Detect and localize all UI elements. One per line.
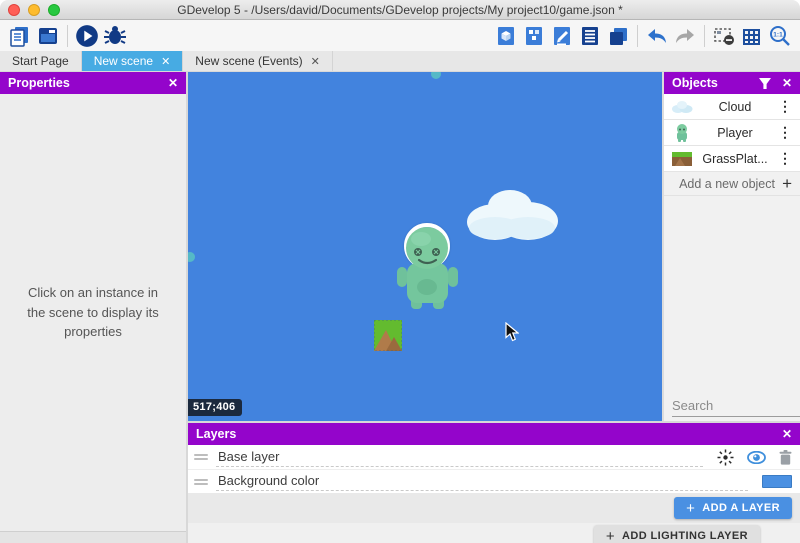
plus-icon: + (686, 500, 695, 517)
background-color-swatch[interactable] (762, 475, 792, 488)
tab-label: New scene (Events) (195, 54, 302, 68)
add-lighting-layer-label: ADD LIGHTING LAYER (622, 530, 748, 542)
titlebar: GDevelop 5 - /Users/david/Documents/GDev… (0, 0, 800, 20)
drag-handle-icon[interactable] (194, 477, 208, 487)
object-menu-icon[interactable]: ⋮ (776, 150, 794, 167)
debug-bug-icon[interactable] (101, 23, 129, 49)
close-panel-icon[interactable]: ✕ (782, 76, 792, 90)
plus-icon: + (782, 175, 792, 192)
vertical-scroll-thumb[interactable] (188, 252, 195, 262)
layers-panel-header: Layers ✕ (188, 423, 800, 445)
toolbar-separator (67, 25, 68, 47)
close-tab-icon[interactable]: ✕ (161, 55, 170, 68)
layer-delete-trash-icon[interactable] (779, 450, 792, 465)
objects-search-input[interactable] (672, 398, 800, 413)
add-lighting-layer-button[interactable]: + ADD LIGHTING LAYER (594, 525, 760, 543)
zoom-1-1-icon[interactable]: 1:1 (766, 23, 794, 49)
toolbar: 1:1 (0, 20, 800, 51)
object-row-cloud[interactable]: Cloud ⋮ (664, 94, 800, 120)
tab-new-scene[interactable]: New scene ✕ (82, 51, 184, 71)
layers-footer-lighting: + ADD LIGHTING LAYER (188, 523, 800, 543)
panel-bottom-strip (0, 531, 186, 543)
add-layer-button[interactable]: + ADD A LAYER (674, 497, 792, 519)
layer-row-base: Base layer (188, 445, 800, 469)
add-new-object-button[interactable]: Add a new object + (664, 172, 800, 196)
cursor-coordinates: 517;406 (188, 399, 242, 416)
layer-row-background-color: Background color (188, 469, 800, 493)
object-row-grassplatform[interactable]: GrassPlat... ⋮ (664, 146, 800, 172)
properties-column: Properties ✕ Click on an instance in the… (0, 72, 188, 543)
object-menu-icon[interactable]: ⋮ (776, 124, 794, 141)
start-page-icon[interactable] (34, 23, 62, 49)
object-name: Cloud (694, 100, 776, 114)
layers-editor-icon[interactable] (604, 23, 632, 49)
window-controls (8, 4, 60, 16)
close-window-button[interactable] (8, 4, 20, 16)
cloud-thumbnail-icon (670, 100, 694, 113)
project-manager-icon[interactable] (6, 23, 34, 49)
filter-icon[interactable] (758, 77, 772, 90)
tab-start-page[interactable]: Start Page (0, 51, 82, 71)
object-menu-icon[interactable]: ⋮ (776, 98, 794, 115)
object-name: Player (694, 126, 776, 140)
object-groups-editor-icon[interactable] (520, 23, 548, 49)
layer-visibility-eye-icon[interactable] (747, 451, 766, 464)
toolbar-separator (637, 25, 638, 47)
layer-name-field[interactable]: Base layer (216, 448, 703, 467)
main-area: Properties ✕ Click on an instance in the… (0, 72, 800, 543)
properties-panel-header: Properties ✕ (0, 72, 186, 94)
horizontal-scroll-thumb[interactable] (431, 72, 441, 79)
objects-panel: Objects ✕ Cloud ⋮ (662, 72, 800, 421)
toggle-grid-icon[interactable] (738, 23, 766, 49)
layer-name-field[interactable]: Background color (216, 472, 748, 491)
preview-play-icon[interactable] (73, 23, 101, 49)
add-new-object-label: Add a new object (672, 177, 782, 191)
properties-panel: Properties ✕ Click on an instance in the… (0, 72, 186, 531)
delete-selection-icon[interactable] (710, 23, 738, 49)
tab-label: Start Page (12, 54, 69, 68)
tabbar: Start Page New scene ✕ New scene (Events… (0, 51, 800, 72)
object-row-player[interactable]: Player ⋮ (664, 120, 800, 146)
player-thumbnail-icon (670, 124, 694, 142)
objects-panel-header: Objects ✕ (664, 72, 800, 94)
add-layer-label: ADD A LAYER (702, 502, 780, 514)
objects-panel-empty-space (664, 196, 800, 395)
minimize-window-button[interactable] (28, 4, 40, 16)
objects-panel-title: Objects (672, 76, 718, 90)
grass-platform-thumbnail-icon (670, 152, 694, 166)
svg-text:1:1: 1:1 (773, 31, 783, 38)
toolbar-separator (704, 25, 705, 47)
scene-canvas[interactable]: 517;406 (188, 72, 662, 421)
drag-handle-icon[interactable] (194, 452, 208, 462)
gdevelop-window: GDevelop 5 - /Users/david/Documents/GDev… (0, 0, 800, 543)
layers-footer: + ADD A LAYER (188, 493, 800, 523)
objects-search-row (664, 395, 800, 421)
redo-icon[interactable] (671, 23, 699, 49)
object-name: GrassPlat... (694, 152, 776, 166)
layers-panel-title: Layers (196, 427, 236, 441)
player-sprite[interactable] (395, 225, 460, 313)
close-panel-icon[interactable]: ✕ (782, 427, 792, 441)
properties-empty-message: Click on an instance in the scene to dis… (0, 94, 186, 531)
grass-platform-sprite[interactable] (374, 320, 402, 351)
instances-list-icon[interactable] (576, 23, 604, 49)
layers-panel: Layers ✕ Base layer Background color (188, 421, 800, 543)
objects-editor-icon[interactable] (492, 23, 520, 49)
layer-effects-icon[interactable] (717, 449, 734, 466)
plus-icon: + (606, 528, 615, 543)
tab-label: New scene (94, 54, 153, 68)
properties-panel-title: Properties (8, 76, 70, 90)
properties-editor-icon[interactable] (548, 23, 576, 49)
close-panel-icon[interactable]: ✕ (168, 76, 178, 90)
close-tab-icon[interactable]: ✕ (311, 55, 320, 68)
tab-new-scene-events[interactable]: New scene (Events) ✕ (183, 51, 333, 71)
window-title: GDevelop 5 - /Users/david/Documents/GDev… (0, 3, 800, 17)
undo-icon[interactable] (643, 23, 671, 49)
zoom-window-button[interactable] (48, 4, 60, 16)
cloud-sprite[interactable] (465, 186, 560, 242)
mouse-cursor (505, 322, 519, 342)
